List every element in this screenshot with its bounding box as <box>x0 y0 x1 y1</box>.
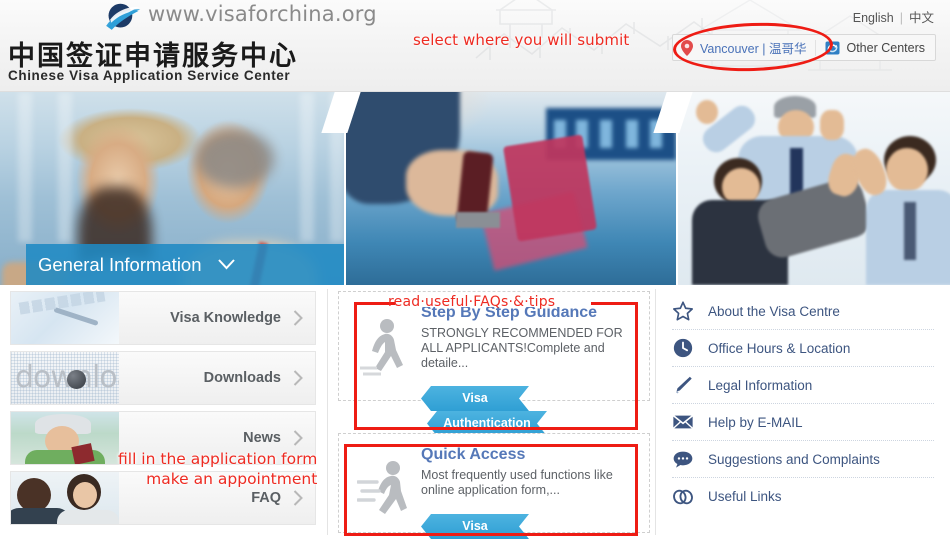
site-url: www.visaforchina.org <box>148 2 377 26</box>
thumbnail-download-sphere <box>67 370 86 389</box>
chevron-right-icon <box>293 370 303 386</box>
annotation-fill-line1: fill in the application form <box>118 450 318 468</box>
link-office-hours-location[interactable]: Office Hours & Location <box>672 330 934 367</box>
link-label-office-hours-location: Office Hours & Location <box>708 340 851 356</box>
annotation-fill-line2: make an appointment <box>146 470 318 488</box>
speech-bubble-icon <box>673 451 693 468</box>
link-label-suggestions-and-complaints: Suggestions and Complaints <box>708 451 880 467</box>
tile-visa-knowledge[interactable]: Visa Knowledge <box>10 291 316 345</box>
chevron-right-icon <box>293 310 303 326</box>
link-label-legal-information: Legal Information <box>708 377 813 393</box>
site-title-english: Chinese Visa Application Service Center <box>8 68 291 83</box>
chain-link-icon <box>673 489 693 504</box>
site-logo-icon <box>106 3 141 30</box>
link-help-by-email[interactable]: Help by E-MAIL <box>672 404 934 441</box>
link-about-the-visa-centre[interactable]: About the Visa Centre <box>672 293 934 330</box>
link-useful-links[interactable]: Useful Links <box>672 478 934 515</box>
star-icon <box>673 301 693 321</box>
chevron-down-icon <box>217 259 235 270</box>
nav-general-information[interactable]: General Information <box>26 244 344 285</box>
link-label-help-by-email: Help by E-MAIL <box>708 414 803 430</box>
column-general-information: Visa Knowledge download Downloads <box>0 285 326 539</box>
card-buttons-step-by-step: VisaAuthentication <box>421 386 649 436</box>
clock-icon <box>673 338 693 358</box>
link-suggestions-and-complaints[interactable]: Suggestions and Complaints <box>672 441 934 478</box>
thumbnail-visa-knowledge <box>11 292 119 344</box>
envelope-icon <box>672 414 694 429</box>
language-english-link[interactable]: English <box>853 11 894 25</box>
chevron-right-icon <box>293 490 303 506</box>
card-title-quick-access: Quick Access <box>421 446 526 463</box>
hero-panel-about-us[interactable]: About Us <box>678 92 950 285</box>
annotation-select-submit: select where you will submit <box>413 31 630 49</box>
tile-label-news: News <box>243 430 281 446</box>
card-desc-step-by-step-guidance: STRONGLY RECOMMENDED FOR ALL APPLICANTS!… <box>421 326 623 370</box>
other-centers-label[interactable]: Other Centers <box>846 41 925 55</box>
page-root: www.visaforchina.org 中国签证申请服务中心 Chinese … <box>0 0 950 539</box>
tile-downloads[interactable]: download Downloads <box>10 351 316 405</box>
link-label-useful-links: Useful Links <box>708 489 782 504</box>
running-person-icon <box>357 461 407 514</box>
nav-label-general-information: General Information <box>38 253 202 275</box>
card-desc-quick-access: Most frequently used functions like onli… <box>421 468 613 497</box>
hero-photo-passport-stamp <box>346 92 676 285</box>
tile-label-downloads: Downloads <box>203 370 281 386</box>
card-quick-access[interactable]: Quick Access Most frequently used functi… <box>338 433 650 533</box>
link-legal-information[interactable]: Legal Information <box>672 367 934 404</box>
hero-banner: General Information How to get a Visa <box>0 92 950 285</box>
tile-label-visa-knowledge: Visa Knowledge <box>170 310 281 326</box>
tile-label-faq: FAQ <box>251 490 281 506</box>
thumbnail-downloads: download <box>11 352 119 404</box>
thumbnail-faq <box>11 472 119 524</box>
card-buttons-quick-access: VisaAuthentication <box>421 514 649 539</box>
hero-panel-general-information[interactable]: General Information <box>0 92 344 285</box>
column-about-us: About the Visa Centre Office Hours & Loc… <box>658 285 950 539</box>
annotation-read-useful-faqs: read·useful·FAQs·&·tips <box>388 294 556 310</box>
walking-person-icon <box>360 319 403 376</box>
column-how-to-get-a-visa: Step By Step Guidance STRONGLY RECOMMEND… <box>330 285 656 539</box>
chevron-right-icon <box>293 430 303 446</box>
hero-photo-celebrating-team <box>678 92 950 285</box>
visa-button-step-by-step[interactable]: Visa <box>421 386 529 411</box>
language-separator: | <box>899 11 903 25</box>
column-divider-1 <box>327 289 328 535</box>
language-chinese-link[interactable]: 中文 <box>909 11 934 25</box>
annotation-fill-application: fill in the application form make an app… <box>118 449 317 489</box>
pen-icon <box>675 376 692 394</box>
thumbnail-news <box>11 412 119 464</box>
content-columns: Visa Knowledge download Downloads <box>0 285 950 539</box>
language-switcher: English | 中文 <box>853 7 934 26</box>
hero-panel-how-to-get-a-visa[interactable]: How to get a Visa <box>346 92 676 285</box>
visa-button-quick-access[interactable]: Visa <box>421 514 529 539</box>
link-label-about-the-visa-centre: About the Visa Centre <box>708 303 840 319</box>
